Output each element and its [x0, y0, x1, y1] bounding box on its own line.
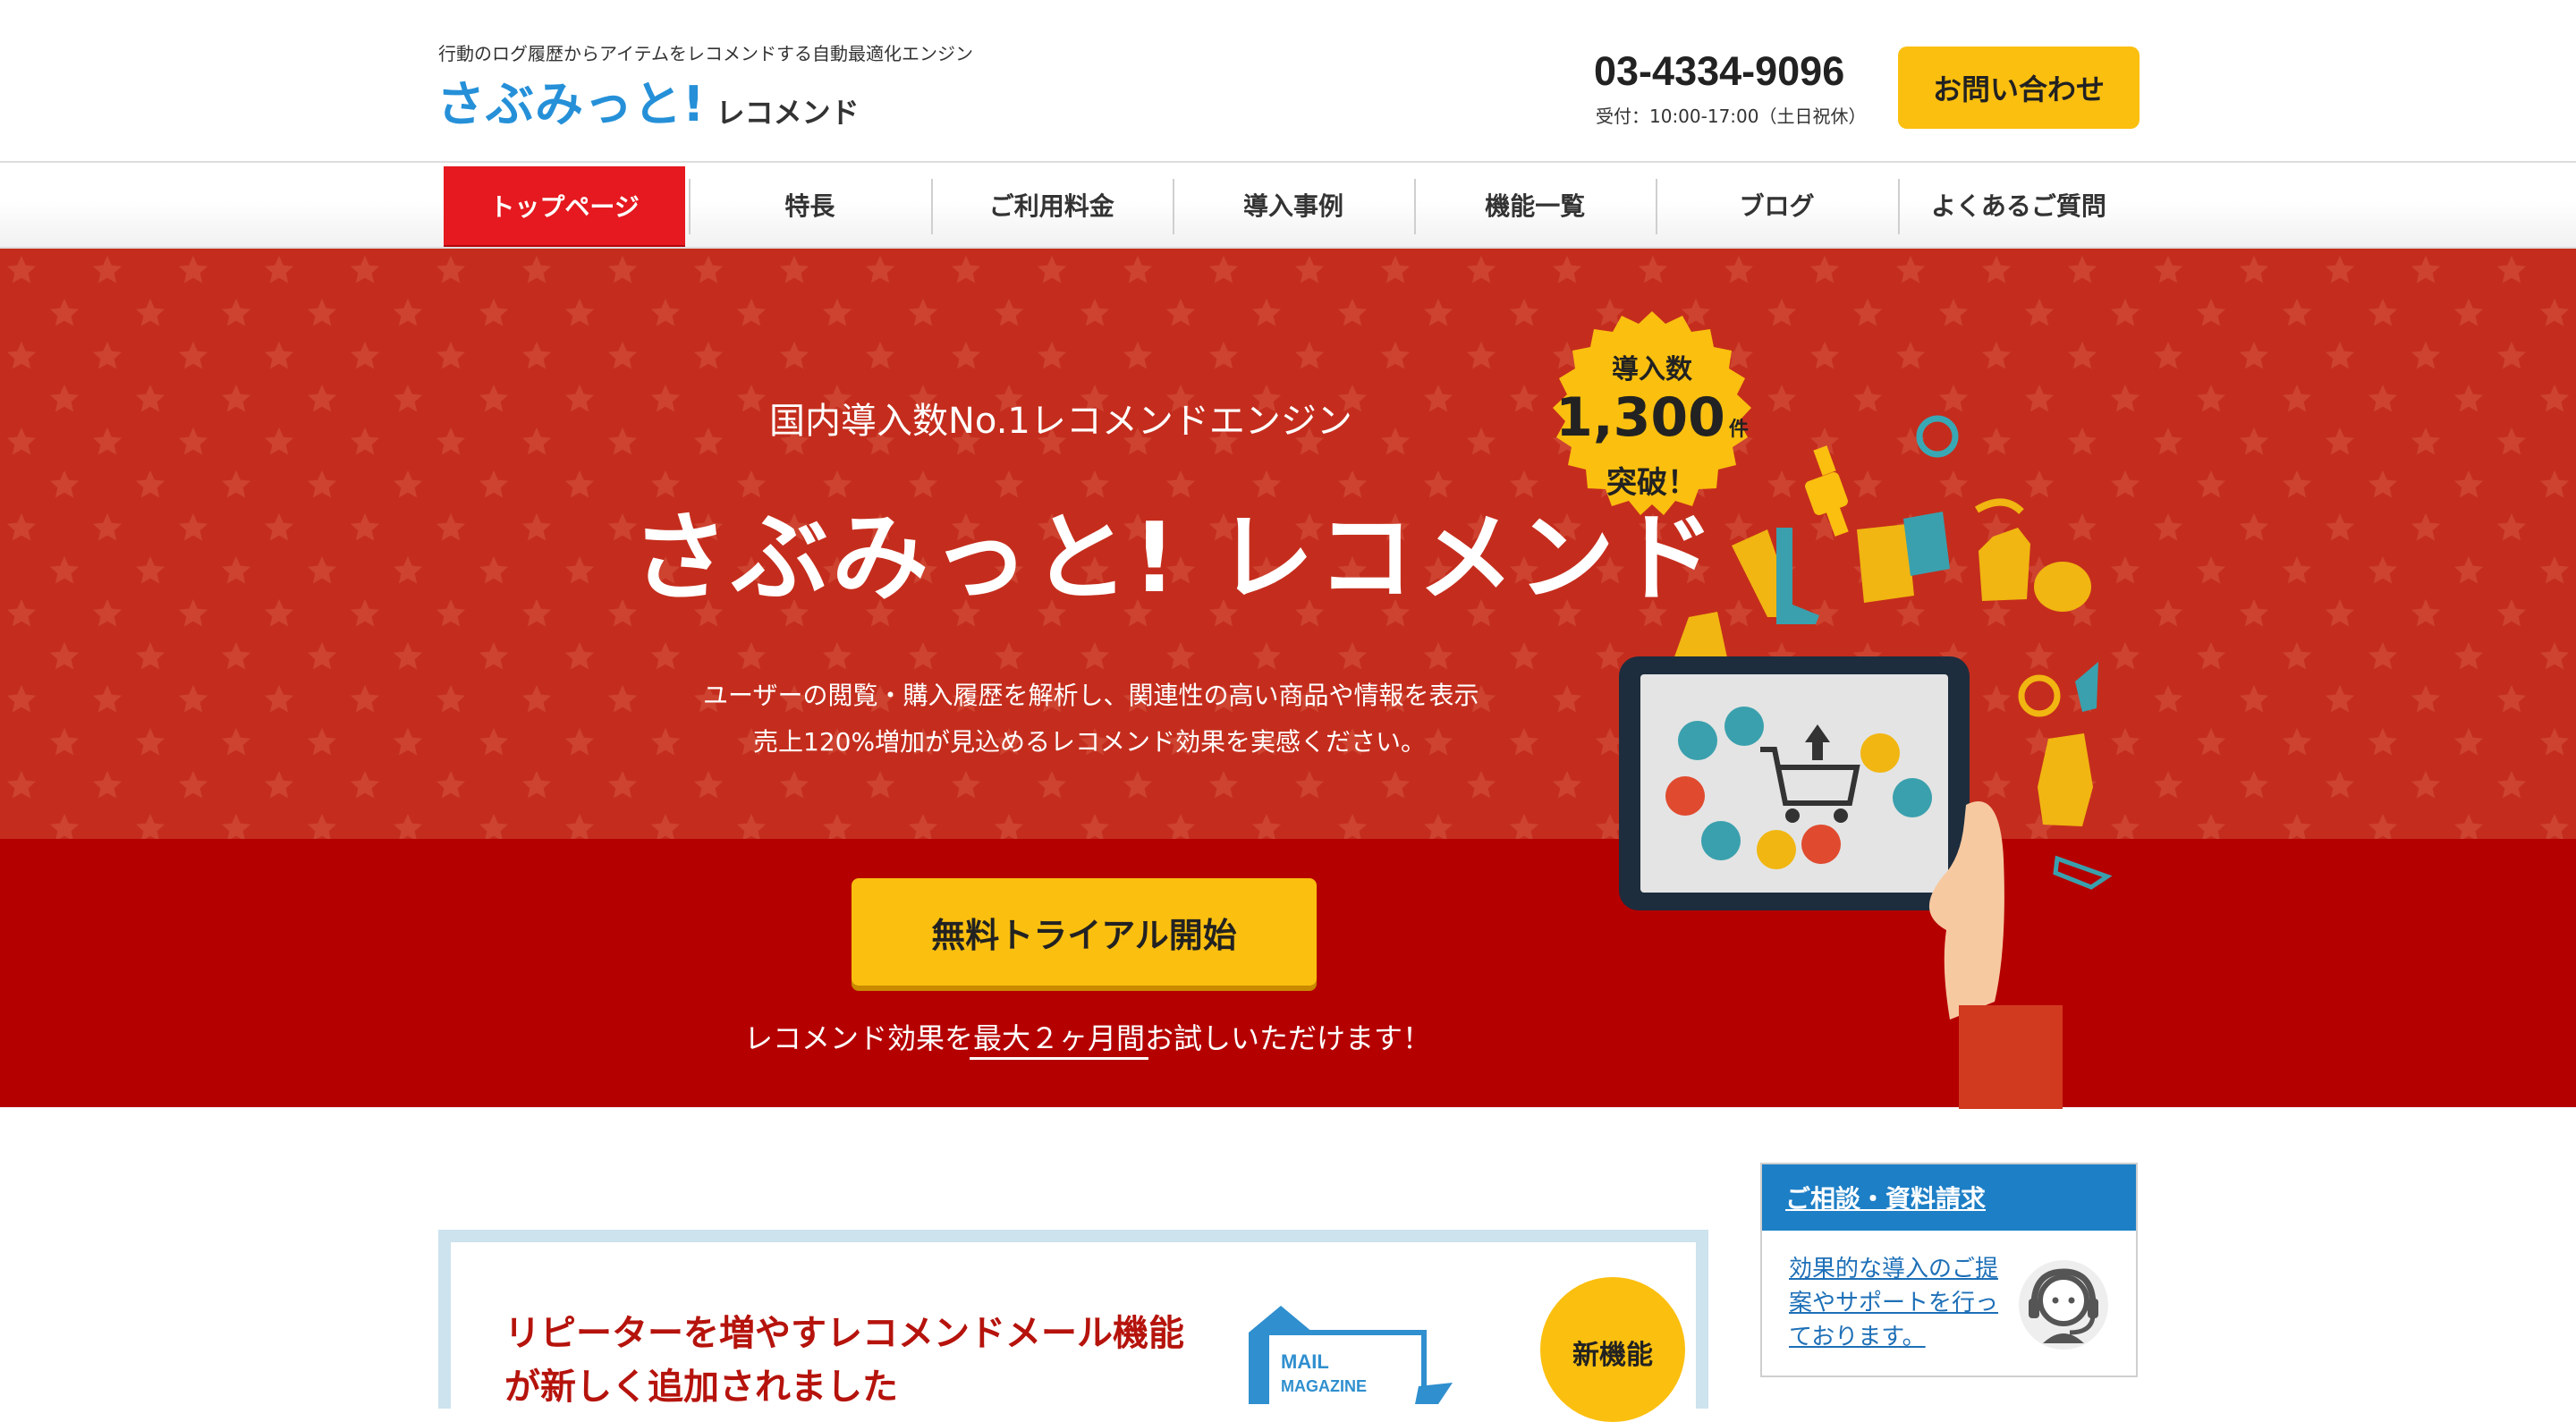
business-hours: 受付：10:00-17:00（土日祝休） — [1596, 106, 1867, 127]
feature-headline-line2: が新しく追加されました — [504, 1367, 898, 1408]
phone-number: 03-4334-9096 — [1594, 48, 1845, 94]
nav-item-pricing[interactable]: ご利用料金 — [930, 163, 1173, 247]
mail-magazine-icon: MAIL MAGAZINE — [1249, 1306, 1453, 1404]
site-logo[interactable]: さぶみっと! レコメンド — [436, 75, 860, 134]
hero-description-line1: ユーザーの閲覧・購入履歴を解析し、関連性の高い商品や情報を表示 — [703, 681, 1479, 710]
nav-item-features[interactable]: 特長 — [689, 163, 930, 247]
trial-note-underline — [970, 1057, 1148, 1060]
nav-item-blog[interactable]: ブログ — [1656, 163, 1897, 247]
consult-heading-link[interactable]: ご相談・資料請求 — [1762, 1164, 2136, 1231]
trial-note: レコメンド効果を最大２ヶ月間お試しいただけます！ — [744, 1021, 1432, 1055]
nav-item-cases[interactable]: 導入事例 — [1172, 163, 1414, 247]
site-header: 行動のログ履歴からアイテムをレコメンドする自動最適化エンジン さぶみっと! レコ… — [0, 0, 2576, 161]
consult-description-link[interactable]: 効果的な導入のご提案やサポートを行っております。 — [1789, 1252, 2009, 1354]
tablet-shopping-illustration — [1619, 415, 2113, 1109]
support-headset-icon — [2019, 1260, 2108, 1350]
nav-item-functions[interactable]: 機能一覧 — [1414, 163, 1656, 247]
header-tagline: 行動のログ履歴からアイテムをレコメンドする自動最適化エンジン — [438, 43, 973, 64]
global-nav: トップページ 特長 ご利用料金 導入事例 機能一覧 ブログ よくあるご質問 — [0, 161, 2576, 249]
mail-label: MAIL — [1281, 1350, 1329, 1373]
logo-sub-text: レコメンド — [716, 96, 860, 130]
hero-subtitle: 国内導入数No.1レコメンドエンジン — [769, 401, 1352, 442]
badge-label: 導入数 — [1612, 354, 1692, 385]
mail-label-2: MAGAZINE — [1281, 1377, 1367, 1395]
new-feature-badge-label: 新機能 — [1572, 1340, 1653, 1371]
logo-main-text: さぶみっと! — [436, 76, 706, 132]
feature-headline-line1: リピーターを増やすレコメンドメール機能 — [504, 1313, 1184, 1354]
nav-item-faq[interactable]: よくあるご質問 — [1897, 163, 2140, 247]
nav-item-top[interactable]: トップページ — [444, 166, 686, 245]
hero-description-line2: 売上120%増加が見込めるレコメンド効果を実感ください。 — [753, 727, 1427, 757]
free-trial-button[interactable]: 無料トライアル開始 — [852, 878, 1317, 986]
contact-button[interactable]: お問い合わせ — [1898, 47, 2140, 129]
